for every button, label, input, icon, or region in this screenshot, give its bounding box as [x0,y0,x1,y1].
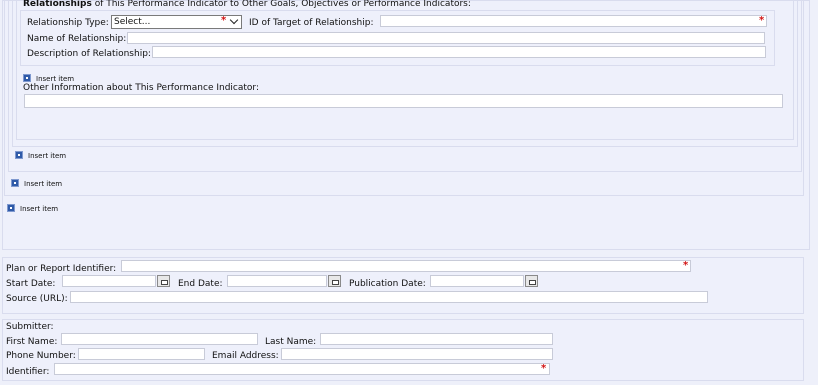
submitter-identifier-input[interactable] [54,363,550,375]
relationships-heading: Relationships of This Performance Indica… [23,0,471,10]
plan-identifier-label: Plan or Report Identifier: [6,264,117,274]
insert-indicator-icon[interactable] [15,151,23,159]
relationships-heading-rest: of This Performance Indicator to Other G… [91,0,471,9]
insert-relationship-link[interactable]: Insert item [36,75,74,83]
target-id-input[interactable] [380,15,767,27]
relationship-type-label: Relationship Type: [27,18,109,28]
target-id-required-marker: * [759,15,765,26]
start-date-input[interactable] [62,275,156,287]
end-date-calendar-icon[interactable] [328,275,341,287]
plan-identifier-input[interactable] [121,260,691,272]
relationship-name-label: Name of Relationship: [27,34,127,44]
relationship-description-input[interactable] [152,46,766,58]
end-date-label: End Date: [178,279,223,289]
source-url-input[interactable] [70,291,708,303]
insert-relationship-icon[interactable] [23,74,31,82]
relationship-description-label: Description of Relationship: [27,49,151,59]
insert-objective-icon[interactable] [11,179,19,187]
submitter-identifier-required-marker: * [541,363,547,374]
email-address-input[interactable] [281,348,553,360]
phone-number-label: Phone Number: [6,351,76,361]
plan-identifier-required-marker: * [683,260,689,271]
relationships-heading-bold: Relationships [23,0,92,9]
insert-goal-link[interactable]: Insert item [20,205,58,213]
publication-date-input[interactable] [430,275,524,287]
submitter-identifier-label: Identifier: [6,367,50,377]
insert-objective-link[interactable]: Insert item [24,180,62,188]
insert-indicator-link[interactable]: Insert item [28,152,66,160]
first-name-label: First Name: [6,337,58,347]
source-url-label: Source (URL): [6,294,68,304]
relationship-type-required-marker: * [221,15,227,26]
relationship-type-select-value: Select... [114,17,151,27]
last-name-input[interactable] [320,333,553,345]
insert-goal-icon[interactable] [7,204,15,212]
last-name-label: Last Name: [265,337,317,347]
start-date-label: Start Date: [6,279,56,289]
publication-date-calendar-icon[interactable] [525,275,538,287]
first-name-input[interactable] [61,333,258,345]
other-info-label: Other Information about This Performance… [23,83,259,93]
submitter-heading: Submitter: [6,322,54,332]
publication-date-label: Publication Date: [349,279,426,289]
email-address-label: Email Address: [212,351,279,361]
start-date-calendar-icon[interactable] [157,275,170,287]
end-date-input[interactable] [227,275,327,287]
other-info-input[interactable] [24,94,783,108]
relationship-name-input[interactable] [127,32,765,44]
phone-number-input[interactable] [78,348,205,360]
target-id-label: ID of Target of Relationship: [249,18,374,28]
